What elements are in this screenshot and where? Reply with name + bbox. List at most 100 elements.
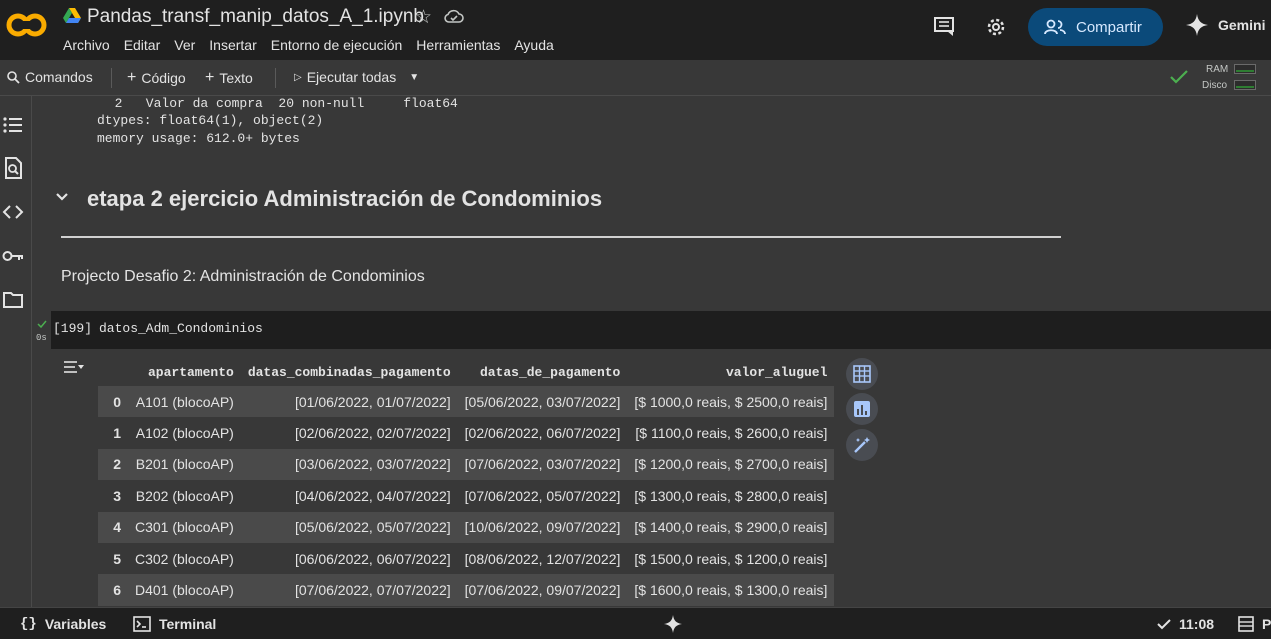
dataframe-table: apartamento datas_combinadas_pagamento d… bbox=[98, 358, 835, 606]
search-icon bbox=[7, 70, 20, 84]
output-actions-icon[interactable] bbox=[63, 359, 85, 375]
variables-label: Variables bbox=[44, 616, 107, 632]
table-cell: [03/06/2022, 03/07/2022] bbox=[240, 448, 458, 481]
menu-entorno[interactable]: Entorno de ejecución bbox=[264, 37, 410, 53]
terminal-icon bbox=[133, 616, 151, 632]
folder-icon[interactable] bbox=[2, 289, 24, 311]
execution-status[interactable]: 11:08 bbox=[1157, 616, 1214, 632]
table-cell: [$ 1500,0 reais, $ 1200,0 reais] bbox=[627, 542, 835, 575]
notebook-title[interactable]: Pandas_transf_manip_datos_A_1.ipynb bbox=[87, 6, 424, 28]
column-header: datas_combinadas_pagamento bbox=[247, 364, 451, 380]
comment-icon[interactable] bbox=[933, 16, 955, 36]
section-subtitle: Projecto Desafio 2: Administración de Co… bbox=[61, 268, 425, 285]
add-code-button[interactable]: + Código bbox=[127, 69, 186, 87]
cloud-saved-icon[interactable] bbox=[444, 8, 464, 24]
status-bar: {} Variables Terminal 11:08 P bbox=[0, 607, 1271, 639]
row-index: 3 bbox=[98, 480, 128, 512]
ram-meter[interactable] bbox=[1234, 64, 1256, 74]
magic-wand-icon bbox=[854, 437, 870, 453]
row-index: 1 bbox=[98, 417, 128, 449]
suggest-chart-button[interactable] bbox=[846, 393, 878, 425]
table-row: 3 B202 (blocoAP) [04/06/2022, 04/07/2022… bbox=[98, 480, 835, 512]
disk-meter[interactable] bbox=[1234, 80, 1256, 90]
code-snippets-icon[interactable] bbox=[2, 201, 24, 223]
key-icon[interactable] bbox=[2, 245, 24, 267]
connected-check-icon[interactable] bbox=[1170, 70, 1188, 84]
code-text[interactable]: datos_Adm_Condominios bbox=[99, 321, 263, 336]
table-cell: [07/06/2022, 05/07/2022] bbox=[457, 480, 628, 512]
commands-button[interactable]: Comandos bbox=[7, 69, 93, 85]
gemini-button[interactable]: Gemini bbox=[1186, 14, 1265, 36]
add-code-label: Código bbox=[141, 70, 186, 86]
table-header-row: apartamento datas_combinadas_pagamento d… bbox=[98, 358, 834, 386]
row-index: 6 bbox=[98, 574, 128, 606]
left-rail bbox=[0, 96, 32, 607]
gear-icon[interactable] bbox=[985, 16, 1007, 38]
disk-label: Disco bbox=[1202, 80, 1228, 91]
menu-herramientas[interactable]: Herramientas bbox=[409, 37, 507, 53]
find-in-page-icon[interactable] bbox=[2, 157, 24, 179]
table-cell: [05/06/2022, 05/07/2022] bbox=[240, 511, 458, 543]
drive-icon[interactable] bbox=[63, 8, 81, 24]
table-cell: [$ 1200,0 reais, $ 2700,0 reais] bbox=[627, 448, 835, 481]
menu-bar: Archivo Editar Ver Insertar Entorno de e… bbox=[56, 37, 561, 53]
table-row: 5 C302 (blocoAP) [06/06/2022, 06/07/2022… bbox=[98, 542, 835, 575]
gemini-sparkle-icon bbox=[1186, 14, 1208, 36]
menu-insertar[interactable]: Insertar bbox=[202, 37, 263, 53]
row-index: 4 bbox=[98, 511, 128, 543]
index-header bbox=[98, 358, 128, 386]
collapse-chevron-icon[interactable] bbox=[55, 192, 69, 202]
variables-braces-icon: {} bbox=[20, 616, 37, 632]
bar-chart-icon bbox=[854, 401, 870, 417]
run-all-button[interactable]: ▷ Ejecutar todas ▼ bbox=[294, 69, 419, 85]
colab-logo[interactable] bbox=[6, 10, 48, 40]
table-cell: [$ 1300,0 reais, $ 2800,0 reais] bbox=[627, 480, 835, 512]
table-cell: C302 (blocoAP) bbox=[128, 542, 241, 575]
terminal-button[interactable]: Terminal bbox=[133, 616, 216, 632]
gemini-sparkle-icon[interactable] bbox=[664, 615, 682, 633]
menu-archivo[interactable]: Archivo bbox=[56, 37, 117, 53]
menu-ayuda[interactable]: Ayuda bbox=[507, 37, 560, 53]
table-of-contents-icon[interactable] bbox=[2, 114, 24, 136]
table-cell: B201 (blocoAP) bbox=[128, 448, 241, 481]
table-cell: [10/06/2022, 09/07/2022] bbox=[457, 511, 628, 543]
ram-label: RAM bbox=[1206, 64, 1229, 75]
top-header: Pandas_transf_manip_datos_A_1.ipynb ☆ Ar… bbox=[0, 0, 1271, 60]
table-cell: [$ 1000,0 reais, $ 2500,0 reais] bbox=[627, 386, 835, 418]
terminal-label: Terminal bbox=[159, 616, 217, 632]
table-cell: B202 (blocoAP) bbox=[128, 480, 241, 512]
table-cell: [$ 1400,0 reais, $ 2900,0 reais] bbox=[627, 511, 835, 543]
status-time: 11:08 bbox=[1179, 616, 1215, 632]
people-icon bbox=[1044, 19, 1066, 35]
section-heading: etapa 2 ejercicio Administración de Cond… bbox=[87, 186, 603, 211]
star-icon[interactable]: ☆ bbox=[415, 6, 432, 29]
share-button[interactable]: Compartir bbox=[1028, 8, 1163, 46]
menu-ver[interactable]: Ver bbox=[167, 37, 202, 53]
table-row: 1 A102 (blocoAP) [02/06/2022, 02/07/2022… bbox=[98, 417, 835, 449]
code-cell[interactable]: [199] datos_Adm_Condominios bbox=[51, 311, 1271, 349]
row-index: 5 bbox=[98, 542, 128, 575]
table-cell: [$ 1100,0 reais, $ 2600,0 reais] bbox=[627, 417, 835, 449]
list-panel-icon bbox=[1238, 616, 1254, 632]
table-cell: A101 (blocoAP) bbox=[128, 386, 241, 418]
table-row: 4 C301 (blocoAP) [05/06/2022, 05/07/2022… bbox=[98, 511, 835, 543]
table-row: 6 D401 (blocoAP) [07/06/2022, 07/07/2022… bbox=[98, 574, 835, 606]
column-header: apartamento bbox=[148, 364, 234, 380]
python-button[interactable]: P bbox=[1238, 616, 1271, 632]
add-text-label: Texto bbox=[219, 70, 253, 86]
row-index: 2 bbox=[98, 448, 128, 481]
table-cell: C301 (blocoAP) bbox=[128, 511, 241, 543]
variables-button[interactable]: {} Variables bbox=[20, 616, 106, 632]
menu-editar[interactable]: Editar bbox=[117, 37, 168, 53]
output-line: memory usage: 612.0+ bytes bbox=[97, 131, 300, 146]
table-cell: A102 (blocoAP) bbox=[128, 417, 241, 449]
convert-to-table-button[interactable] bbox=[846, 358, 878, 390]
notebook-content[interactable]: 2 Valor da compra 20 non-null float64 dt… bbox=[33, 96, 1271, 607]
notebook-toolbar: Comandos + Código + Texto ▷ Ejecutar tod… bbox=[0, 60, 1271, 96]
add-text-button[interactable]: + Texto bbox=[205, 69, 253, 87]
generate-code-button[interactable] bbox=[846, 429, 878, 461]
chevron-down-icon[interactable]: ▼ bbox=[409, 72, 419, 83]
row-index: 0 bbox=[98, 386, 128, 418]
toolbar-divider bbox=[275, 68, 276, 88]
check-icon bbox=[1157, 618, 1171, 629]
